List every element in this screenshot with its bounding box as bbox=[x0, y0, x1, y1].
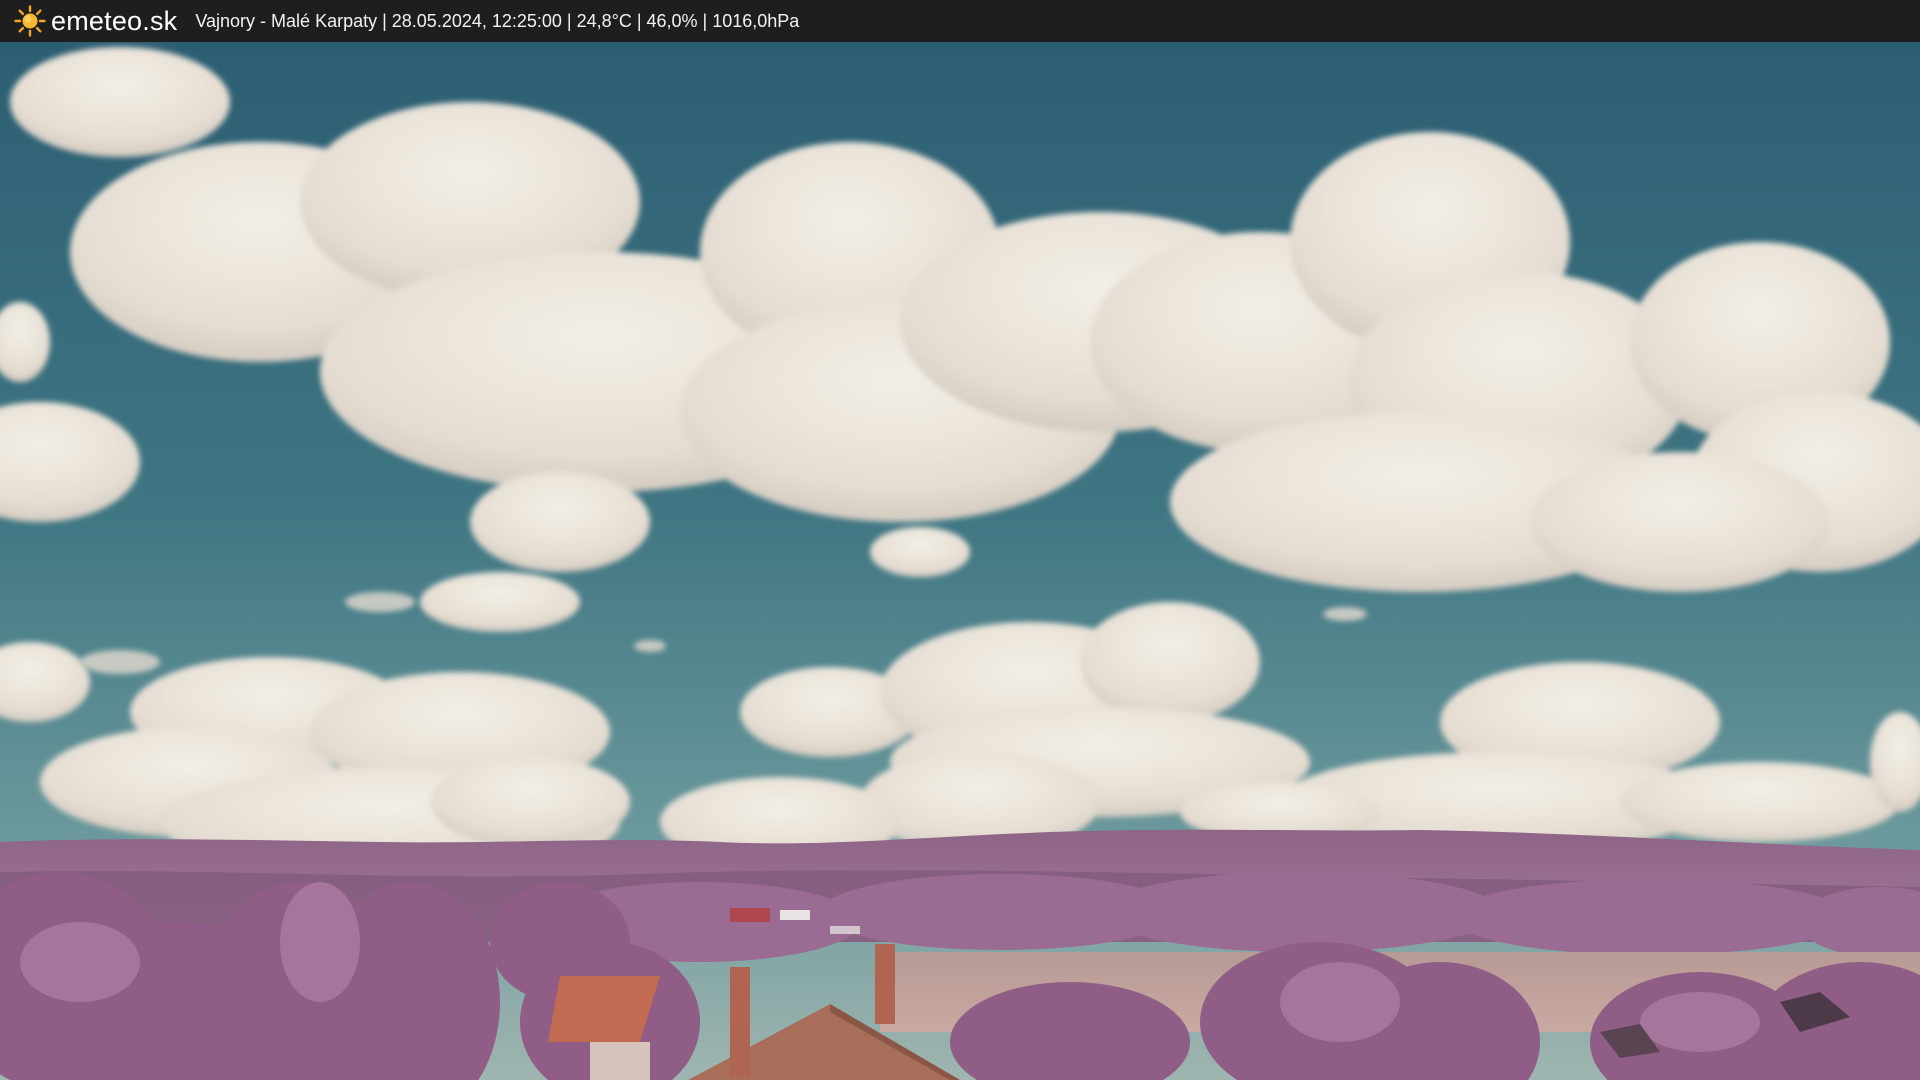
caption-bar: emeteo.sk Vajnory - Malé Karpaty | 28.05… bbox=[0, 0, 1920, 42]
sun-icon bbox=[14, 5, 46, 37]
station-caption: Vajnory - Malé Karpaty | 28.05.2024, 12:… bbox=[195, 10, 800, 31]
brand-name: emeteo.sk bbox=[51, 5, 178, 36]
emeteo-logo[interactable]: emeteo.sk bbox=[14, 5, 177, 37]
webcam-frame: emeteo.sk Vajnory - Malé Karpaty | 28.05… bbox=[0, 0, 1920, 1080]
webcam-image bbox=[0, 42, 1920, 1080]
